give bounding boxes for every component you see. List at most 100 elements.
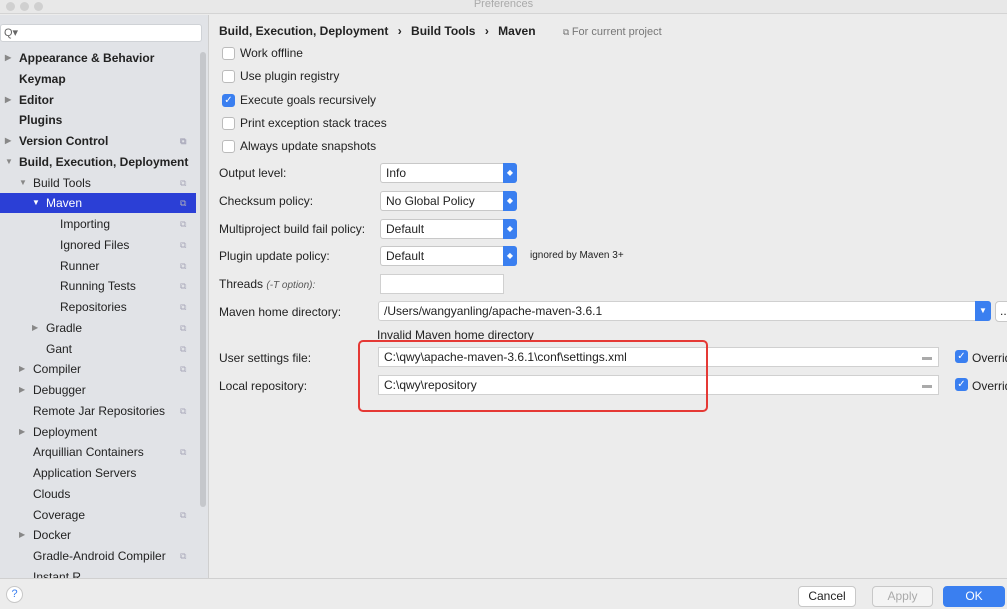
sidebar-item-label: Application Servers [33, 466, 137, 480]
local-repository-override-label: Overrid [972, 379, 1007, 393]
sidebar-item[interactable]: Running Tests ⧉ [0, 276, 196, 296]
option-checkbox[interactable] [222, 47, 235, 60]
sidebar-item[interactable]: Repositories ⧉ [0, 297, 196, 317]
sidebar-item[interactable]: Instant R... [0, 567, 196, 578]
title-bar: Preferences [0, 0, 1007, 14]
project-scope-icon: ⧉ [180, 551, 187, 561]
sidebar-item[interactable]: Arquillian Containers ⧉ [0, 442, 196, 462]
sidebar-item-label: Instant R... [33, 569, 92, 578]
apply-button[interactable]: Apply [872, 586, 933, 607]
expanded-arrow-icon[interactable]: ▼ [19, 173, 27, 193]
chevron-down-icon: ▼ [975, 301, 991, 321]
local-repository-override-checkbox[interactable]: ✓ [955, 378, 968, 391]
settings-search-input[interactable]: Q▾ [0, 24, 202, 42]
search-icon: Q▾ [4, 27, 19, 39]
project-scope-icon: ⧉ [180, 239, 187, 250]
maven-home-combo[interactable]: /Users/wangyanling/apache-maven-3.6.1 ▼ [378, 301, 991, 321]
option-checkbox-label: Print exception stack traces [240, 115, 387, 130]
sidebar-item-label: Gradle-Android Compiler [33, 549, 166, 563]
ok-button[interactable]: OK [943, 586, 1005, 607]
footer: ? Cancel Apply OK [0, 578, 1007, 609]
sidebar-item[interactable]: Gradle-Android Compiler ⧉ [0, 546, 196, 566]
breadcrumb-item[interactable]: Build Tools [411, 24, 475, 38]
sidebar-scrollbar[interactable] [200, 52, 206, 507]
sidebar-item[interactable]: ▼ Build, Execution, Deployment [0, 152, 196, 172]
sidebar-item[interactable]: ▼ Maven ⧉ [0, 193, 196, 214]
project-scope-icon: ⧉ [180, 260, 187, 271]
user-settings-override-label: Overrid [972, 351, 1007, 365]
sidebar-item[interactable]: ▶ Compiler ⧉ [0, 359, 196, 379]
breadcrumb-item: Maven [498, 24, 536, 38]
user-settings-override-checkbox[interactable]: ✓ [955, 350, 968, 363]
option-checkbox[interactable]: ✓ [222, 93, 235, 107]
sidebar-item-label: Importing [60, 217, 111, 231]
sidebar-item-label: Debugger [33, 383, 86, 397]
threads-input[interactable] [380, 274, 504, 294]
collapsed-arrow-icon[interactable]: ▶ [19, 380, 25, 400]
sidebar-item[interactable]: Clouds [0, 484, 196, 504]
breadcrumb-separator: › [397, 24, 402, 38]
sidebar-item[interactable]: ▶ Appearance & Behavior [0, 48, 196, 68]
option-checkbox[interactable] [222, 70, 235, 84]
breadcrumb-separator: › [484, 24, 489, 38]
breadcrumb-item[interactable]: Build, Execution, Deployment [219, 24, 388, 38]
project-scope-icon: ⧉ [180, 198, 187, 209]
expanded-arrow-icon[interactable]: ▼ [32, 193, 40, 213]
sidebar-item[interactable]: Application Servers [0, 463, 196, 483]
sidebar-item-label: Keymap [19, 71, 66, 86]
cancel-button[interactable]: Cancel [798, 586, 856, 607]
output-level-select[interactable]: Info ◆ [380, 163, 517, 183]
collapsed-arrow-icon[interactable]: ▶ [19, 359, 25, 379]
collapsed-arrow-icon[interactable]: ▶ [19, 525, 25, 545]
collapsed-arrow-icon[interactable]: ▶ [19, 422, 25, 442]
sidebar-item-label: Maven [46, 196, 83, 211]
sidebar-item[interactable]: ▶ Editor [0, 90, 196, 110]
checksum-policy-label: Checksum policy: [219, 194, 314, 208]
sidebar-item-label: Runner [60, 258, 100, 273]
sidebar-item[interactable]: Coverage ⧉ [0, 505, 196, 525]
sidebar-item[interactable]: Keymap [0, 69, 196, 89]
sidebar-item[interactable]: Remote Jar Repositories ⧉ [0, 401, 196, 421]
window-title: Preferences [473, 0, 534, 10]
sidebar-item[interactable]: ▶ Docker [0, 525, 196, 545]
project-scope-icon: ⧉ [180, 343, 187, 354]
help-button[interactable]: ? [6, 586, 23, 603]
browse-maven-home-button[interactable]: ... [995, 301, 1007, 322]
sidebar-item-label: Build Tools [33, 175, 91, 190]
multiproject-policy-label: Multiproject build fail policy: [219, 222, 366, 236]
chevron-updown-icon: ◆ [503, 163, 517, 183]
sidebar-item[interactable]: ▼ Build Tools ⧉ [0, 173, 196, 193]
sidebar-item-label: Version Control [19, 134, 109, 148]
sidebar-item[interactable]: ▶ Debugger [0, 380, 196, 400]
checksum-policy-select[interactable]: No Global Policy ◆ [380, 191, 517, 211]
folder-icon[interactable]: ▬ [922, 349, 932, 367]
project-scope-icon: ⧉ [180, 177, 187, 188]
option-checkbox[interactable] [222, 116, 235, 130]
sidebar-item[interactable]: Ignored Files ⧉ [0, 235, 196, 255]
project-scope-icon: ⧉ [180, 136, 187, 146]
sidebar-item[interactable]: ▶ Version Control ⧉ [0, 131, 196, 151]
sidebar-item[interactable]: ▶ Gradle ⧉ [0, 318, 196, 338]
collapsed-arrow-icon[interactable]: ▶ [5, 48, 11, 68]
collapsed-arrow-icon[interactable]: ▶ [5, 131, 11, 151]
multiproject-policy-select[interactable]: Default ◆ [380, 219, 517, 239]
sidebar-item[interactable]: ▶ Deployment [0, 422, 196, 442]
threads-label: Threads (-T option): [219, 277, 316, 291]
sidebar-item-label: Coverage [33, 507, 86, 522]
expanded-arrow-icon[interactable]: ▼ [5, 152, 13, 172]
sidebar-item[interactable]: Gant ⧉ [0, 339, 196, 359]
project-scope-icon: ⧉ [180, 405, 187, 416]
option-checkbox-label: Execute goals recursively [240, 92, 377, 107]
collapsed-arrow-icon[interactable]: ▶ [5, 90, 11, 110]
collapsed-arrow-icon[interactable]: ▶ [32, 318, 38, 338]
folder-icon[interactable]: ▬ [922, 377, 932, 395]
project-scope-icon: ⧉ [180, 509, 187, 520]
sidebar-item-label: Editor [19, 92, 54, 107]
plugin-update-policy-select[interactable]: Default ◆ [380, 246, 517, 266]
sidebar-item[interactable]: Importing ⧉ [0, 214, 196, 234]
option-checkbox[interactable] [222, 140, 235, 154]
sidebar-item[interactable]: Runner ⧉ [0, 256, 196, 276]
sidebar-item[interactable]: Plugins [0, 110, 196, 130]
sidebar-item-label: Appearance & Behavior [19, 51, 155, 65]
sidebar-item-label: Running Tests [60, 279, 136, 294]
